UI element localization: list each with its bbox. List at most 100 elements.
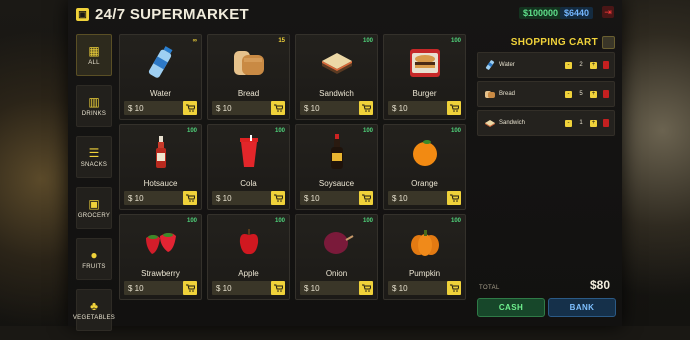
category-label: DRINKS <box>81 110 107 117</box>
price-bar: $ 10 <box>212 101 285 115</box>
category-all[interactable]: ▦ ALL <box>76 34 112 76</box>
water-bottle-icon <box>120 43 201 81</box>
add-to-cart-button[interactable] <box>271 191 285 205</box>
add-to-cart-button[interactable] <box>183 281 197 295</box>
product-card-sandwich[interactable]: 100 Sandwich $ 10 <box>295 34 378 120</box>
price-bar: $ 10 <box>212 281 285 295</box>
water-bottle-icon <box>481 59 499 71</box>
onion-icon <box>296 223 377 261</box>
bread-icon <box>481 89 499 99</box>
cart-header: SHOPPING CART <box>511 36 615 49</box>
product-card-cola[interactable]: 100 Cola $ 10 <box>207 124 290 210</box>
cart-title: SHOPPING CART <box>510 37 598 48</box>
category-grocery[interactable]: ▣ GROCERY <box>76 187 112 229</box>
product-card-strawberry[interactable]: 100 Strawberry $ 10 <box>119 214 202 300</box>
decrease-quantity-button[interactable]: - <box>565 90 572 98</box>
add-to-cart-button[interactable] <box>271 281 285 295</box>
pay-bank-button[interactable]: BANK <box>548 298 616 317</box>
sandwich-icon <box>481 119 499 127</box>
product-card-orange[interactable]: 100 Orange $ 10 <box>383 124 466 210</box>
cart-icon <box>273 284 283 292</box>
product-name: Hotsauce <box>143 179 178 188</box>
cart-item-name: Water <box>499 62 515 68</box>
cart-icon <box>273 104 283 112</box>
orange-icon <box>384 133 465 171</box>
increase-quantity-button[interactable]: + <box>590 90 597 98</box>
decrease-quantity-button[interactable]: - <box>565 61 572 69</box>
sandwich-icon <box>296 43 377 81</box>
product-grid: ∞ Water $ 10 15 Bread $ 10 100 Sandwich … <box>119 34 466 300</box>
add-to-cart-button[interactable] <box>183 191 197 205</box>
price-bar: $ 10 <box>388 191 461 205</box>
product-card-pumpkin[interactable]: 100 Pumpkin $ 10 <box>383 214 466 300</box>
category-snacks[interactable]: ☰ SNACKS <box>76 136 112 178</box>
apple-icon: ● <box>90 247 98 262</box>
remove-item-button[interactable] <box>603 90 609 98</box>
product-price: $ 10 <box>304 193 320 203</box>
remove-item-button[interactable] <box>603 61 609 69</box>
product-name: Cola <box>240 179 257 188</box>
price-bar: $ 10 <box>388 281 461 295</box>
category-sidebar: ▦ ALL ▥ DRINKS ☰ SNACKS ▣ GROCERY ● FRUI… <box>73 34 115 340</box>
product-price: $ 10 <box>392 103 408 113</box>
add-to-cart-button[interactable] <box>271 101 285 115</box>
add-to-cart-button[interactable] <box>359 101 373 115</box>
product-name: Sandwich <box>319 89 354 98</box>
decrease-quantity-button[interactable]: - <box>565 119 572 127</box>
cart-icon <box>273 194 283 202</box>
bank-balance-badge: $6440 <box>560 7 594 19</box>
burger-icon <box>384 43 465 81</box>
product-card-burger[interactable]: 100 Burger $ 10 <box>383 34 466 120</box>
product-price: $ 10 <box>216 283 232 293</box>
cart-icon <box>449 284 459 292</box>
add-to-cart-button[interactable] <box>359 281 373 295</box>
remove-item-button[interactable] <box>603 119 609 127</box>
hotsauce-icon <box>120 133 201 171</box>
product-price: $ 10 <box>216 103 232 113</box>
category-fruits[interactable]: ● FRUITS <box>76 238 112 280</box>
cart-icon <box>185 284 195 292</box>
cart-icon <box>449 104 459 112</box>
total-amount: $80 <box>590 278 611 292</box>
increase-quantity-button[interactable]: + <box>590 119 597 127</box>
add-to-cart-button[interactable] <box>359 191 373 205</box>
category-label: GROCERY <box>77 212 111 219</box>
strawberry-icon <box>120 223 201 261</box>
product-card-onion[interactable]: 100 Onion $ 10 <box>295 214 378 300</box>
add-to-cart-button[interactable] <box>447 281 461 295</box>
page-title: 24/7 SUPERMARKET <box>95 5 250 23</box>
pay-cash-button[interactable]: CASH <box>477 298 545 317</box>
cart-item-water: Water - 2 + <box>477 52 615 78</box>
title-bar: ▣ 24/7 SUPERMARKET <box>76 4 249 24</box>
product-card-soysauce[interactable]: 100 Soysauce $ 10 <box>295 124 378 210</box>
add-to-cart-button[interactable] <box>183 101 197 115</box>
product-price: $ 10 <box>304 103 320 113</box>
cart-item-name: Sandwich <box>499 120 526 126</box>
price-bar: $ 10 <box>124 101 197 115</box>
product-name: Water <box>149 89 172 98</box>
price-bar: $ 10 <box>124 281 197 295</box>
box-icon: ▣ <box>88 196 100 211</box>
cart-icon <box>185 104 195 112</box>
product-card-apple[interactable]: 100 Apple $ 10 <box>207 214 290 300</box>
product-name: Burger <box>412 89 437 98</box>
store-icon: ▣ <box>76 7 89 21</box>
add-to-cart-button[interactable] <box>447 101 461 115</box>
cart-icon <box>361 104 371 112</box>
cart-item-name: Bread <box>499 91 516 97</box>
category-drinks[interactable]: ▥ DRINKS <box>76 85 112 127</box>
cart-item-sandwich: Sandwich - 1 + <box>477 110 615 136</box>
product-card-water[interactable]: ∞ Water $ 10 <box>119 34 202 120</box>
cart-item-quantity: 2 <box>579 62 583 68</box>
close-button[interactable]: ⇥ <box>602 6 614 18</box>
category-vegetables[interactable]: ♣ VEGETABLES <box>73 289 115 331</box>
add-to-cart-button[interactable] <box>447 191 461 205</box>
price-bar: $ 10 <box>388 101 461 115</box>
cup-icon: ▥ <box>88 94 100 109</box>
leaf-icon: ♣ <box>90 298 98 313</box>
pumpkin-icon <box>384 223 465 261</box>
product-card-hotsauce[interactable]: 100 Hotsauce $ 10 <box>119 124 202 210</box>
increase-quantity-button[interactable]: + <box>590 61 597 69</box>
cart-item-bread: Bread - 5 + <box>477 81 615 107</box>
product-card-bread[interactable]: 15 Bread $ 10 <box>207 34 290 120</box>
